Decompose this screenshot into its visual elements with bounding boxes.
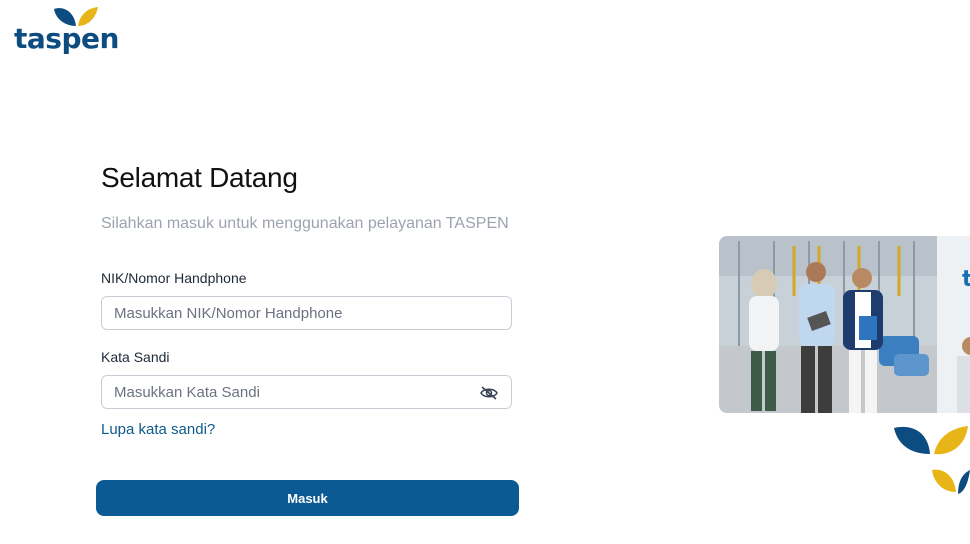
leaf-icon: [894, 426, 970, 494]
forgot-password-link[interactable]: Lupa kata sandi?: [101, 421, 215, 438]
page-subtitle: Silahkan masuk untuk menggunakan pelayan…: [101, 215, 509, 232]
nik-label: NIK/Nomor Handphone: [101, 270, 247, 286]
nik-field-container: [101, 296, 512, 330]
password-label: Kata Sandi: [101, 349, 170, 365]
logo-text: taspen: [14, 22, 119, 55]
svg-text:t: t: [962, 267, 970, 292]
login-button[interactable]: Masuk: [96, 480, 519, 516]
login-page: taspen Selamat Datang Silahkan masuk unt…: [0, 0, 970, 544]
page-title: Selamat Datang: [101, 162, 298, 193]
password-field-container: [101, 375, 512, 409]
password-input[interactable]: [102, 376, 511, 408]
eye-slash-icon[interactable]: [479, 385, 499, 401]
office-team-photo: t: [719, 236, 970, 413]
taspen-logo[interactable]: taspen: [14, 6, 124, 55]
nik-input[interactable]: [102, 297, 511, 329]
